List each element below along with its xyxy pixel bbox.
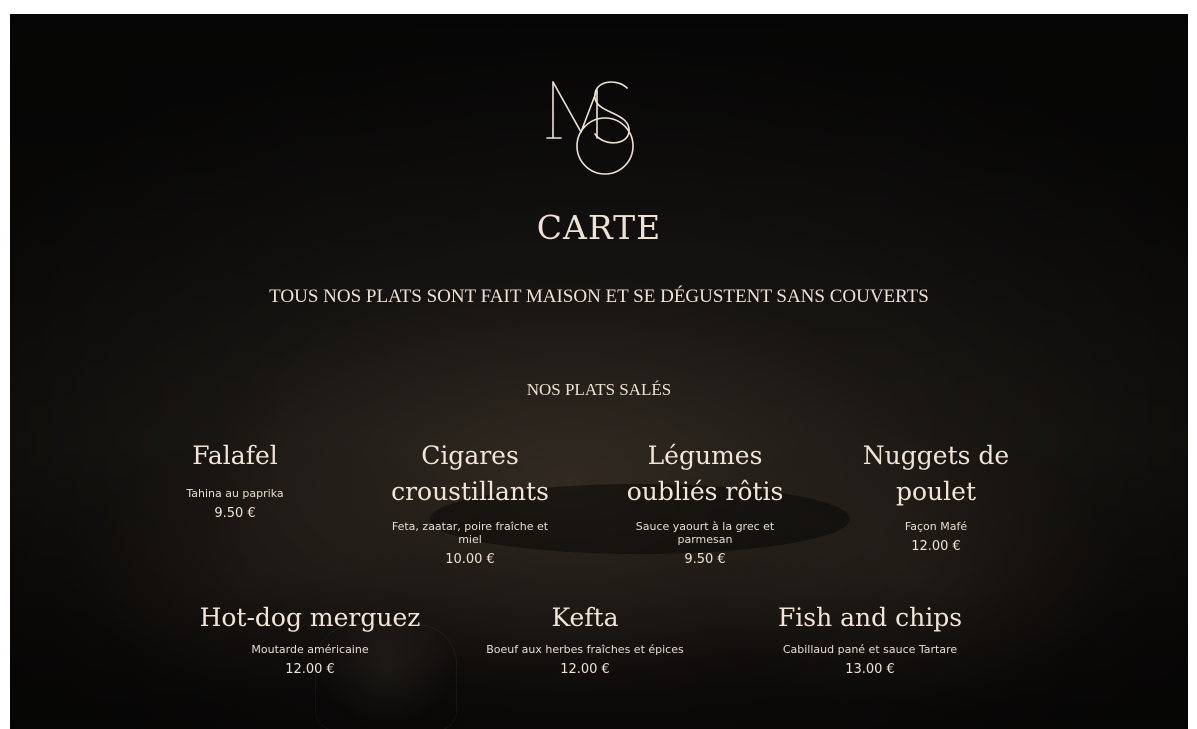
dish-card: Cigares croustillants Feta, zaatar, poir… xyxy=(370,438,570,568)
dish-description: Façon Mafé xyxy=(904,520,968,533)
section-title: NOS PLATS SALÉS xyxy=(526,380,672,399)
dish-price: 12.00 € xyxy=(560,662,610,677)
dish-card: Légumes oubliés rôtis Sauce yaourt à la … xyxy=(610,438,800,568)
dish-card: Kefta Boeuf aux herbes fraîches et épice… xyxy=(460,600,710,678)
dish-description: Feta, zaatar, poire fraîche et miel xyxy=(391,520,549,546)
dish-description: Tahina au paprika xyxy=(186,487,284,500)
dish-name: Légumes oubliés rôtis xyxy=(626,441,784,506)
page-title: CARTE xyxy=(536,208,662,247)
dish-price: 9.50 € xyxy=(684,552,726,567)
dish-card: Fish and chips Cabillaud pané et sauce T… xyxy=(750,600,990,678)
dish-price: 9.50 € xyxy=(214,506,256,521)
dish-price: 12.00 € xyxy=(285,662,335,677)
dish-name: Hot-dog merguez xyxy=(199,603,421,632)
dish-name: Nuggets de poulet xyxy=(862,441,1010,506)
dish-description: Cabillaud pané et sauce Tartare xyxy=(782,643,958,656)
dish-price: 10.00 € xyxy=(445,552,495,567)
dish-card: Hot-dog merguez Moutarde américaine 12.0… xyxy=(180,600,440,678)
dish-price: 12.00 € xyxy=(911,539,961,554)
dish-description: Moutarde américaine xyxy=(251,643,369,656)
ms-monogram-icon xyxy=(546,81,634,175)
dish-description: Boeuf aux herbes fraîches et épices xyxy=(486,643,684,656)
dish-name: Fish and chips xyxy=(777,603,963,632)
menu-page: CARTE TOUS NOS PLATS SONT FAIT MAISON ET… xyxy=(10,14,1188,729)
dish-card: Nuggets de poulet Façon Mafé 12.00 € xyxy=(846,438,1026,555)
dish-card: Falafel Tahina au paprika 9.50 € xyxy=(160,438,310,522)
dish-price: 13.00 € xyxy=(845,662,895,677)
dish-name: Kefta xyxy=(551,603,619,632)
dish-name: Cigares croustillants xyxy=(391,441,549,506)
page-subtitle: TOUS NOS PLATS SONT FAIT MAISON ET SE DÉ… xyxy=(269,286,929,307)
dish-description: Sauce yaourt à la grec et parmesan xyxy=(635,520,775,546)
dish-name: Falafel xyxy=(192,441,278,470)
